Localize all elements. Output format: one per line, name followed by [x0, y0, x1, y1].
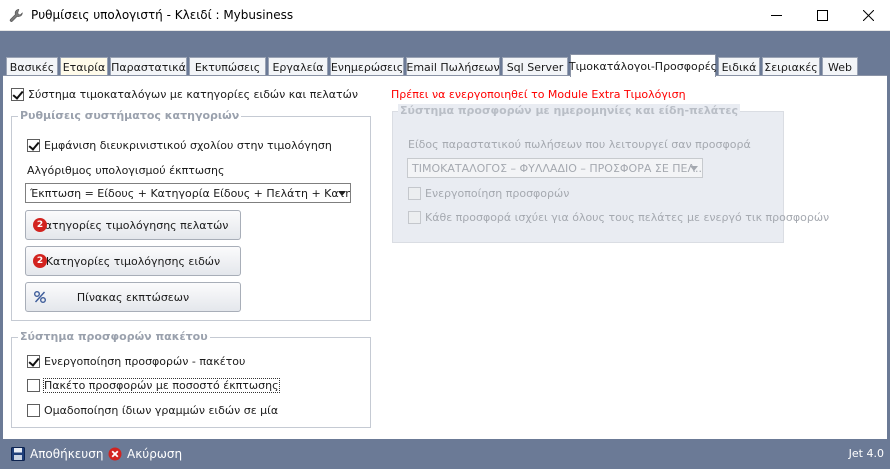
number-badge-icon: 2 — [33, 254, 47, 268]
percent-icon — [34, 291, 46, 303]
checkbox-box[interactable] — [11, 88, 24, 101]
package-activate-checkbox[interactable]: Ενεργοποίηση προσφορών - πακέτου — [27, 355, 245, 368]
package-percent-checkbox[interactable]: Πακέτο προσφορών με ποσοστό έκπτωσης — [27, 378, 280, 393]
tab-documents[interactable]: Παραστατικά — [110, 57, 187, 76]
checkbox-box[interactable] — [27, 355, 40, 368]
tab-printouts[interactable]: Εκτυπώσεις — [189, 57, 266, 76]
tab-updates[interactable]: Ενημερώσεις — [330, 57, 404, 76]
checkbox-box[interactable] — [27, 404, 40, 417]
tab-sql-server[interactable]: Sql Server — [502, 57, 568, 76]
wrench-icon — [9, 9, 23, 22]
window-title: Ρυθμίσεις υπολογιστή - Κλειδί : Mybusine… — [31, 8, 294, 22]
algorithm-select[interactable]: Έκπτωση = Είδους + Κατηγορία Είδους + Πε… — [25, 183, 351, 203]
discount-table-button[interactable]: Πίνακας εκπτώσεων — [25, 282, 241, 312]
offers-all-customers-checkbox[interactable]: Κάθε προσφορά ισχύει για όλους τους πελά… — [408, 211, 829, 224]
tab-serials[interactable]: Σειριακές — [762, 57, 820, 76]
minimize-button[interactable] — [753, 0, 799, 31]
number-badge-icon: 2 — [33, 218, 47, 232]
minimize-icon — [770, 15, 782, 16]
checkbox-box[interactable] — [408, 187, 421, 200]
tab-special[interactable]: Ειδικά — [718, 57, 760, 76]
checkbox-box[interactable] — [27, 379, 40, 392]
tab-tools[interactable]: Εργαλεία — [268, 57, 328, 76]
tab-email-sales[interactable]: Email Πωλήσεων — [406, 57, 500, 76]
tab-web[interactable]: Web — [822, 57, 858, 76]
system-pricelist-checkbox[interactable]: Σύστημα τιμοκαταλόγων με κατηγορίες ειδώ… — [11, 88, 358, 101]
group-title: Ρυθμίσεις συστήματος κατηγοριών — [18, 109, 242, 122]
title-bar: Ρυθμίσεις υπολογιστή - Κλειδί : Mybusine… — [0, 0, 890, 31]
save-button[interactable]: Αποθήκευση — [11, 447, 103, 461]
customer-categories-button[interactable]: 2 Κατηγορίες τιμολόγησης πελατών — [25, 210, 241, 240]
item-categories-button[interactable]: 2 Κατηγορίες τιμολόγησης ειδών — [25, 246, 241, 276]
chevron-down-icon[interactable] — [690, 166, 698, 171]
group-title: Σύστημα προσφορών πακέτου — [18, 330, 210, 343]
group-lines-checkbox[interactable]: Ομαδοποίηση ίδιων γραμμών ειδών σε μία — [27, 404, 278, 417]
close-button[interactable] — [845, 0, 890, 31]
close-icon — [862, 10, 874, 21]
algorithm-label: Αλγόριθμος υπολογισμού έκπτωσης — [27, 164, 225, 177]
show-comment-checkbox[interactable]: Εμφάνιση διευκρινιστικού σχολίου στην τι… — [27, 139, 332, 152]
tab-basic[interactable]: Βασικές — [6, 57, 58, 76]
doc-type-select[interactable]: ΤΙΜΟΚΑΤΑΛΟΓΟΣ – ΦΥΛΛΑΔΙΟ – ΠΡΟΣΦΟΡΑ ΣΕ Π… — [407, 158, 703, 178]
floppy-disk-icon — [11, 447, 25, 461]
chevron-down-icon[interactable] — [338, 191, 346, 196]
module-warning: Πρέπει να ενεργοποιηθεί το Module Extra … — [391, 88, 686, 101]
offers-activate-checkbox[interactable]: Ενεργοποίηση προσφορών — [408, 187, 569, 200]
version-label: Jet 4.0 — [848, 447, 884, 460]
status-bar: Αποθήκευση Ακύρωση Jet 4.0 — [0, 439, 890, 469]
checkbox-box[interactable] — [408, 211, 421, 224]
doc-type-label: Είδος παραστατικού πωλήσεων που λειτουργ… — [408, 138, 751, 151]
cancel-button[interactable]: Ακύρωση — [108, 447, 182, 461]
tab-pricelists-offers[interactable]: Τιμοκατάλογοι-Προσφορές — [569, 54, 717, 77]
cancel-x-icon — [108, 447, 122, 461]
maximize-icon — [816, 10, 828, 21]
maximize-button[interactable] — [799, 0, 845, 31]
tab-company[interactable]: Εταιρία — [60, 57, 108, 76]
checkbox-box[interactable] — [27, 139, 40, 152]
group-title: Σύστημα προσφορών με ημερομηνίες και είδ… — [398, 104, 741, 117]
